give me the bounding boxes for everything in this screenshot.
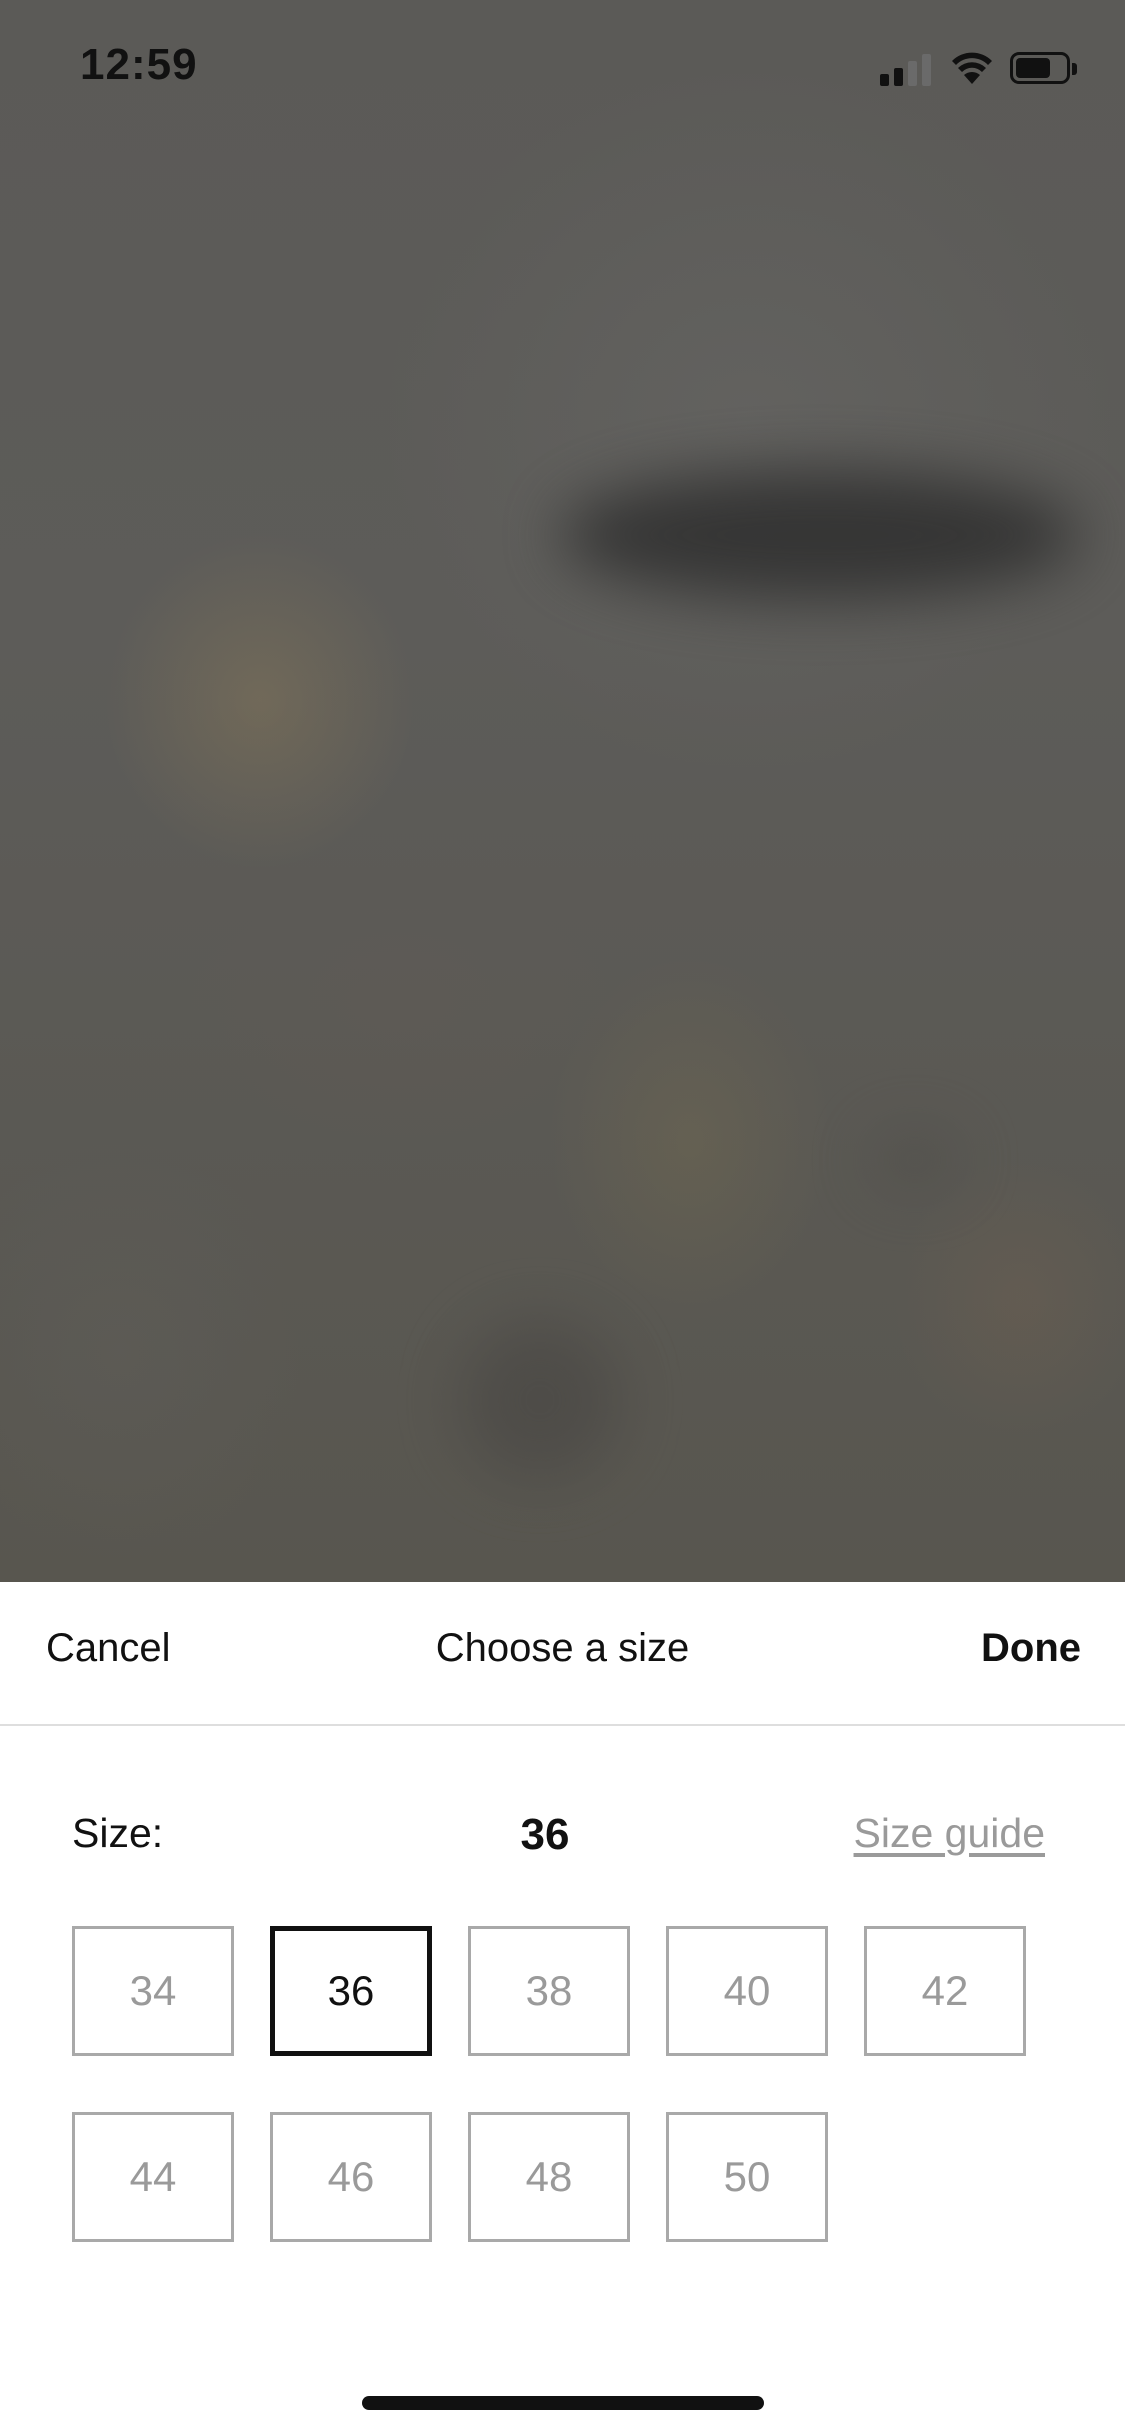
backdrop-shape [870, 1130, 960, 1190]
done-button[interactable]: Done [981, 1626, 1081, 1671]
size-option[interactable]: 48 [468, 2112, 630, 2242]
home-indicator[interactable] [362, 2396, 764, 2410]
size-picker-sheet: Cancel Choose a size Done Size: 36 Size … [0, 1582, 1125, 2436]
size-option[interactable]: 38 [468, 1926, 630, 2056]
battery-icon [1010, 52, 1080, 86]
status-bar: 12:59 [0, 0, 1125, 140]
backdrop-shape [560, 470, 1080, 600]
size-option[interactable]: 34 [72, 1926, 234, 2056]
product-image-backdrop [0, 0, 1125, 1582]
size-option[interactable]: 50 [666, 2112, 828, 2242]
size-option[interactable]: 40 [666, 1926, 828, 2056]
size-option[interactable]: 42 [864, 1926, 1026, 2056]
cancel-button[interactable]: Cancel [46, 1626, 171, 1671]
selected-size-row: Size: 36 Size guide [0, 1810, 1125, 1870]
backdrop-shape [460, 1320, 620, 1480]
status-time: 12:59 [80, 40, 198, 89]
wifi-icon [950, 48, 994, 86]
size-option[interactable]: 44 [72, 2112, 234, 2242]
size-guide-link[interactable]: Size guide [854, 1810, 1045, 1857]
sheet-header: Cancel Choose a size Done [0, 1582, 1125, 1726]
signal-icon [880, 52, 932, 86]
size-option[interactable]: 46 [270, 2112, 432, 2242]
size-option[interactable]: 36 [270, 1926, 432, 2056]
